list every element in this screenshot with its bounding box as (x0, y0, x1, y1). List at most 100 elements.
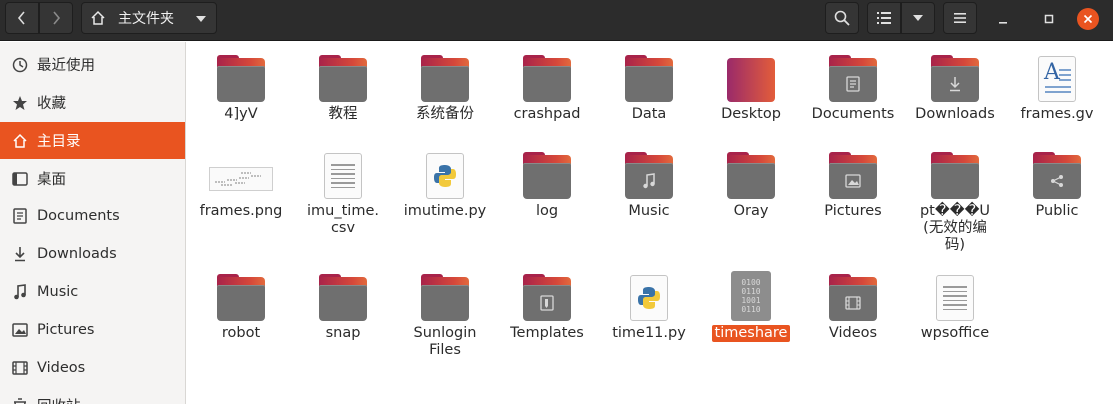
file-item[interactable]: crashpad (497, 48, 597, 123)
file-label: wpsoffice (920, 325, 990, 341)
file-item[interactable]: frames.png (191, 145, 291, 220)
file-label: Oray (733, 203, 769, 219)
file-label: 教程 (328, 106, 358, 122)
file-item[interactable]: Public (1007, 145, 1107, 220)
file-item[interactable]: time11.py (599, 267, 699, 342)
file-item[interactable]: robot (191, 267, 291, 342)
python-file-icon (630, 275, 668, 321)
file-label: robot (221, 325, 261, 341)
close-icon (1083, 14, 1093, 24)
public-folder-icon (1033, 152, 1081, 199)
file-item[interactable]: Templates (497, 267, 597, 342)
python-file-icon (426, 153, 464, 199)
close-button[interactable] (1077, 8, 1099, 30)
desktop-folder-icon (727, 58, 775, 102)
file-label: log (535, 203, 559, 219)
file-item[interactable]: pt���U (无效的编码) (905, 145, 1005, 254)
pictures-folder-icon (829, 152, 877, 199)
file-item[interactable]: log (497, 145, 597, 220)
file-item[interactable]: 0100 0110 1001 0110 timeshare (701, 267, 801, 342)
sidebar-item-recent[interactable]: 最近使用 (0, 46, 185, 83)
file-item[interactable]: Music (599, 145, 699, 220)
folder-icon (931, 152, 979, 199)
chevron-right-icon (53, 11, 61, 25)
picture-icon (11, 321, 29, 339)
sidebar-item-music[interactable]: Music (0, 273, 185, 310)
file-item[interactable]: snap (293, 267, 393, 342)
video-icon (11, 359, 29, 377)
sidebar-item-starred[interactable]: 收藏 (0, 84, 185, 121)
file-label: frames.png (199, 203, 283, 219)
sidebar-item-videos[interactable]: Videos (0, 349, 185, 386)
view-options-button[interactable] (901, 2, 935, 34)
minimize-icon (999, 22, 1007, 24)
list-view-button[interactable] (867, 2, 901, 34)
file-item[interactable]: Documents (803, 48, 903, 123)
search-button[interactable] (825, 2, 859, 34)
text-file-icon (936, 275, 974, 321)
places-sidebar: 最近使用 收藏 主目录 桌面 Documents Downloads Music… (0, 42, 186, 404)
image-thumbnail-icon (209, 167, 273, 191)
clock-icon (11, 56, 29, 74)
file-item[interactable]: 教程 (293, 48, 393, 123)
back-button[interactable] (5, 2, 39, 34)
file-label: Public (1035, 203, 1079, 219)
home-icon (91, 10, 105, 25)
document-icon (11, 207, 29, 225)
sidebar-item-home[interactable]: 主目录 (0, 122, 185, 159)
list-view-icon (877, 12, 891, 24)
file-item[interactable]: wpsoffice (905, 267, 1005, 342)
hamburger-menu-icon (954, 13, 966, 23)
folder-icon (421, 274, 469, 321)
file-label: Desktop (721, 106, 781, 122)
chevron-down-icon (913, 15, 923, 21)
file-label: Documents (811, 106, 895, 122)
file-item[interactable]: Oray (701, 145, 801, 220)
file-item[interactable]: A frames.gv (1007, 48, 1107, 123)
file-item[interactable]: imu_time.csv (293, 145, 393, 237)
forward-button[interactable] (39, 2, 73, 34)
sidebar-item-downloads[interactable]: Downloads (0, 235, 185, 272)
sidebar-item-pictures[interactable]: Pictures (0, 311, 185, 348)
file-item[interactable]: Pictures (803, 145, 903, 220)
file-label: Music (628, 203, 670, 219)
file-item[interactable]: Data (599, 48, 699, 123)
file-item[interactable]: Videos (803, 267, 903, 342)
file-item[interactable]: Downloads (905, 48, 1005, 123)
sidebar-item-label: 主目录 (37, 134, 81, 150)
home-icon (11, 132, 29, 150)
sidebar-item-documents[interactable]: Documents (0, 197, 185, 234)
folder-icon (523, 55, 571, 102)
text-file-icon (324, 153, 362, 199)
sidebar-item-label: 收藏 (37, 96, 66, 112)
file-label: Downloads (915, 106, 995, 122)
maximize-button[interactable] (1038, 8, 1060, 30)
sidebar-item-desktop[interactable]: 桌面 (0, 160, 185, 197)
header-bar: 主文件夹 (0, 0, 1113, 41)
file-label: Videos (828, 325, 878, 341)
sidebar-item-label: Music (37, 283, 79, 300)
download-icon (11, 245, 29, 263)
music-folder-icon (625, 152, 673, 199)
sidebar-item-label: Pictures (37, 321, 95, 338)
desktop-icon (11, 170, 29, 188)
path-bar-home[interactable]: 主文件夹 (81, 2, 217, 34)
folder-icon (217, 55, 265, 102)
binary-file-icon: 0100 0110 1001 0110 (731, 271, 771, 321)
file-item[interactable]: Sunlogin Files (395, 267, 495, 359)
file-item[interactable]: 4]yV (191, 48, 291, 123)
maximize-icon (1044, 14, 1054, 24)
file-label: Pictures (824, 203, 882, 219)
file-item[interactable]: Desktop (701, 48, 801, 123)
star-icon (11, 94, 29, 112)
sidebar-item-label: Downloads (37, 245, 117, 262)
sidebar-item-trash[interactable]: 回收站 (0, 387, 185, 404)
file-label: snap (325, 325, 361, 341)
file-label: imu_time.csv (307, 203, 379, 236)
path-label: 主文件夹 (118, 11, 174, 27)
app-menu-button[interactable] (943, 2, 977, 34)
file-item[interactable]: 系统备份 (395, 48, 495, 123)
file-label: crashpad (513, 106, 581, 122)
minimize-button[interactable] (992, 8, 1014, 30)
file-item[interactable]: imutime.py (395, 145, 495, 220)
